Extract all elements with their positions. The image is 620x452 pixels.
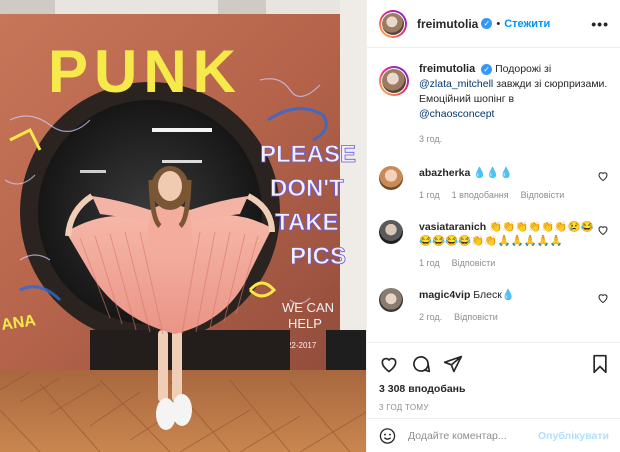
comment-text: 💧💧💧 bbox=[473, 167, 513, 179]
graffiti-pics: PICS bbox=[290, 243, 346, 270]
graffiti-help: HELP bbox=[288, 316, 322, 331]
comment-time[interactable]: 2 год. bbox=[419, 310, 442, 324]
commenter-avatar[interactable] bbox=[379, 220, 403, 244]
comment-item: abazherka 💧💧💧 1 год 1 вподобання Відпові… bbox=[379, 166, 611, 202]
post-comment-button[interactable]: Опублікувати bbox=[538, 430, 609, 442]
commenter-username[interactable]: vasiataranich bbox=[419, 221, 486, 233]
wall-text-punk: PUNK bbox=[48, 38, 242, 105]
caption-username[interactable]: freimutolia bbox=[419, 63, 475, 75]
comment-input[interactable] bbox=[407, 429, 538, 442]
follow-button[interactable]: Стежити bbox=[504, 18, 550, 30]
author-avatar[interactable] bbox=[379, 9, 407, 38]
comment-time[interactable]: 1 год bbox=[419, 188, 440, 202]
comment-bubble-icon[interactable] bbox=[411, 354, 431, 374]
comment-text: Блеск💧 bbox=[473, 289, 515, 301]
comment-item: magic4vip Блеск💧 2 год. Відповісти bbox=[379, 288, 611, 324]
likes-count[interactable]: 3 308 вподобань bbox=[379, 383, 609, 395]
share-send-icon[interactable] bbox=[443, 354, 463, 374]
more-options-icon[interactable]: ••• bbox=[591, 16, 609, 32]
post-header: freimutolia ✓ • Стежити ••• bbox=[367, 0, 620, 48]
post-side-panel: freimutolia ✓ • Стежити ••• freimutolia … bbox=[366, 0, 620, 452]
like-comment-heart-icon[interactable] bbox=[597, 224, 609, 236]
verified-badge-icon: ✓ bbox=[481, 64, 493, 75]
commenter-username[interactable]: magic4vip bbox=[419, 289, 470, 301]
graffiti-take: TAKE bbox=[275, 209, 339, 236]
save-bookmark-icon[interactable] bbox=[591, 354, 609, 374]
post-time-ago[interactable]: 3 год тому bbox=[379, 403, 609, 412]
like-comment-heart-icon[interactable] bbox=[597, 170, 609, 182]
reply-button[interactable]: Відповісти bbox=[452, 256, 496, 270]
post-photo[interactable]: PUNK PLEASE DON'T TAKE PICS WE CAN HELP … bbox=[0, 0, 366, 452]
commenter-avatar[interactable] bbox=[379, 288, 403, 312]
graffiti-please: PLEASE bbox=[260, 141, 356, 168]
emoji-smiley-icon[interactable] bbox=[379, 427, 396, 445]
photo-illustration: PUNK PLEASE DON'T TAKE PICS WE CAN HELP … bbox=[0, 0, 366, 452]
graffiti-we-can: WE CAN bbox=[282, 300, 334, 315]
add-comment-bar: Опублікувати bbox=[367, 418, 620, 452]
like-heart-icon[interactable] bbox=[379, 354, 399, 374]
post-caption: freimutolia ✓ Подорожі зі @zlata_mitchel… bbox=[379, 62, 611, 147]
reply-button[interactable]: Відповісти bbox=[454, 310, 498, 324]
caption-mention-chaosconcept[interactable]: @chaosconcept bbox=[419, 108, 494, 120]
graffiti-dont: DON'T bbox=[270, 175, 344, 202]
author-username[interactable]: freimutolia bbox=[417, 17, 478, 31]
separator-dot: • bbox=[496, 17, 501, 30]
post-actions: 3 308 вподобань 3 год тому bbox=[367, 342, 620, 412]
verified-badge-icon: ✓ bbox=[481, 18, 493, 29]
caption-text-start: Подорожі зі bbox=[495, 63, 552, 75]
reply-button[interactable]: Відповісти bbox=[521, 188, 565, 202]
comment-time[interactable]: 1 год bbox=[419, 256, 440, 270]
comment-item: vasiataranich 👏👏👏👏👏👏😢😂😂😂😂😂👏👏🙏🙏🙏🙏🙏 1 год … bbox=[379, 220, 611, 270]
caption-mention-zlata[interactable]: @zlata_mitchell bbox=[419, 78, 493, 90]
caption-time[interactable]: 3 год. bbox=[419, 132, 611, 147]
comment-likes[interactable]: 1 вподобання bbox=[452, 188, 509, 202]
caption-avatar[interactable] bbox=[379, 66, 409, 96]
like-comment-heart-icon[interactable] bbox=[597, 292, 609, 304]
commenter-avatar[interactable] bbox=[379, 166, 403, 190]
commenter-username[interactable]: abazherka bbox=[419, 167, 470, 179]
